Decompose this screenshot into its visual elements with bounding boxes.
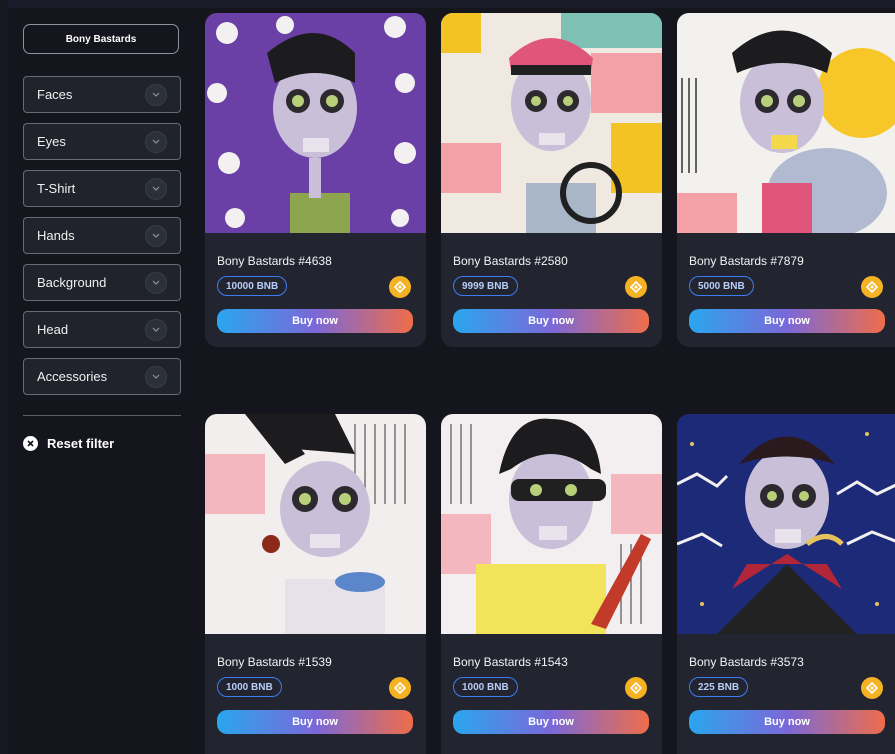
collection-button[interactable]: Bony Bastards (23, 24, 179, 54)
price-badge: 225 BNB (689, 677, 749, 697)
sidebar-divider (23, 415, 181, 416)
nft-card[interactable]: Bony Bastards #4638 10000 BNB Buy now (205, 13, 426, 347)
bnb-coin-icon (625, 276, 647, 298)
filter-background[interactable]: Background (23, 264, 181, 301)
filter-label: Hands (37, 228, 75, 243)
chevron-down-icon[interactable] (145, 365, 167, 388)
chevron-down-icon[interactable] (145, 271, 167, 294)
filter-sidebar: Bony Bastards Faces Eyes T-Shirt Hands B… (23, 24, 181, 451)
nft-image[interactable] (441, 414, 662, 634)
nft-name: Bony Bastards #7879 (689, 254, 804, 268)
nft-image[interactable] (677, 414, 895, 634)
buy-now-button[interactable]: Buy now (217, 710, 413, 734)
filter-eyes[interactable]: Eyes (23, 123, 181, 160)
buy-now-button[interactable]: Buy now (689, 710, 885, 734)
nft-card[interactable]: Bony Bastards #1543 1000 BNB Buy now (441, 414, 662, 754)
left-border (0, 0, 8, 754)
filter-head[interactable]: Head (23, 311, 181, 348)
reset-filter-label: Reset filter (47, 436, 115, 451)
price-badge: 10000 BNB (217, 276, 288, 296)
nft-card[interactable]: Bony Bastards #7879 5000 BNB Buy now (677, 13, 895, 347)
nft-image[interactable] (441, 13, 662, 233)
bnb-coin-icon (389, 276, 411, 298)
nft-card[interactable]: Bony Bastards #1539 1000 BNB Buy now (205, 414, 426, 754)
nft-card[interactable]: Bony Bastards #2580 9999 BNB Buy now (441, 13, 662, 347)
filter-label: Head (37, 322, 69, 337)
nft-name: Bony Bastards #1543 (453, 655, 568, 669)
chevron-down-icon[interactable] (145, 177, 167, 200)
chevron-down-icon[interactable] (145, 224, 167, 247)
nft-name: Bony Bastards #1539 (217, 655, 332, 669)
buy-now-button[interactable]: Buy now (217, 309, 413, 333)
price-badge: 9999 BNB (453, 276, 518, 296)
buy-now-button[interactable]: Buy now (453, 710, 649, 734)
bnb-coin-icon (861, 677, 883, 699)
nft-card[interactable]: Bony Bastards #3573 225 BNB Buy now (677, 414, 895, 754)
filter-faces[interactable]: Faces (23, 76, 181, 113)
filter-label: T-Shirt (37, 181, 76, 196)
chevron-down-icon[interactable] (145, 130, 167, 153)
buy-now-button[interactable]: Buy now (689, 309, 885, 333)
nft-image[interactable] (677, 13, 895, 233)
top-border (0, 0, 895, 8)
bnb-coin-icon (389, 677, 411, 699)
nft-image[interactable] (205, 13, 426, 233)
price-badge: 5000 BNB (689, 276, 754, 296)
bnb-coin-icon (861, 276, 883, 298)
filter-accessories[interactable]: Accessories (23, 358, 181, 395)
filter-t-shirt[interactable]: T-Shirt (23, 170, 181, 207)
filter-hands[interactable]: Hands (23, 217, 181, 254)
nft-image[interactable] (205, 414, 426, 634)
chevron-down-icon[interactable] (145, 83, 167, 106)
nft-name: Bony Bastards #4638 (217, 254, 332, 268)
buy-now-button[interactable]: Buy now (453, 309, 649, 333)
price-badge: 1000 BNB (217, 677, 282, 697)
filter-label: Accessories (37, 369, 108, 384)
reset-filter-button[interactable]: Reset filter (23, 436, 181, 451)
chevron-down-icon[interactable] (145, 318, 167, 341)
price-badge: 1000 BNB (453, 677, 518, 697)
nft-name: Bony Bastards #3573 (689, 655, 804, 669)
filter-list: Faces Eyes T-Shirt Hands Background Head… (23, 76, 181, 395)
filter-label: Eyes (37, 134, 66, 149)
filter-label: Faces (37, 87, 73, 102)
close-circle-icon (23, 436, 38, 451)
filter-label: Background (37, 275, 107, 290)
nft-name: Bony Bastards #2580 (453, 254, 568, 268)
bnb-coin-icon (625, 677, 647, 699)
